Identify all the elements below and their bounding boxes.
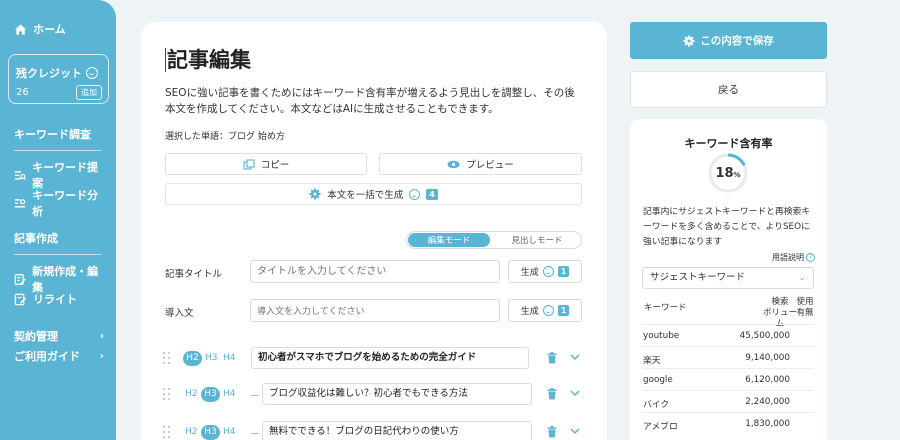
keyword-rate-panel: キーワード含有率 18% 記事内にサジェストキーワードと再検索キーワードを多く含… [630, 119, 827, 440]
level-h4[interactable]: H4 [223, 351, 236, 366]
credit-badge: 4 [426, 188, 438, 200]
col-keyword: キーワード [644, 303, 687, 313]
eye-icon [447, 160, 460, 168]
smile-icon [409, 188, 421, 200]
title-input[interactable] [250, 260, 500, 283]
copy-button[interactable]: コピー [165, 153, 367, 175]
trash-icon[interactable] [547, 352, 557, 364]
trash-icon[interactable] [547, 388, 557, 400]
heading-input[interactable]: 無料でできる！ブログの日記代わりの使い方 [262, 421, 532, 440]
drag-handle-icon[interactable] [163, 388, 171, 402]
sidebar-item-home[interactable]: ホーム [14, 21, 66, 37]
level-h4[interactable]: H4 [223, 425, 236, 440]
list-search-icon [14, 170, 26, 180]
sidebar: ホーム 残クレジット 26 追加 キーワード調査 キーワード提案 キーワード分析… [0, 0, 116, 440]
drag-handle-icon[interactable] [163, 352, 171, 366]
title-label: 記事タイトル [165, 269, 223, 280]
credit-title: 残クレジット [16, 67, 82, 80]
level-h2[interactable]: H2 [185, 387, 198, 402]
heading-row: H2 H3 H4 無料でできる！ブログの日記代わりの使い方 [163, 421, 583, 440]
sidebar-item-label: リライト [33, 293, 77, 306]
credit-box: 残クレジット 26 追加 [8, 54, 109, 104]
table-row: バイク 2,240,000 [642, 390, 814, 412]
analysis-icon [14, 198, 26, 207]
rewrite-icon [14, 293, 27, 305]
chevron-down-icon[interactable] [569, 351, 581, 363]
home-icon [14, 23, 27, 35]
copy-icon [243, 158, 255, 170]
panel-title: キーワード含有率 [684, 137, 773, 150]
preview-button[interactable]: プレビュー [379, 153, 582, 175]
edit-document-icon [14, 273, 26, 285]
generate-all-button[interactable]: 本文を一括で生成 4 [165, 183, 582, 205]
trash-icon[interactable] [547, 426, 557, 438]
indent-line [251, 395, 259, 396]
chevron-down-icon: ⌄ [798, 273, 806, 283]
selected-words: 選択した単語：ブログ 始め方 [165, 132, 285, 142]
table-row: アメブロ 1,830,000 [642, 412, 814, 434]
panel-description: 記事内にサジェストキーワードと再検索キーワードを多く含めることで、よりSEOに強… [643, 207, 811, 247]
keyword-type-select[interactable]: サジェストキーワード ⌄ [642, 267, 814, 289]
chevron-right-icon: › [99, 350, 104, 362]
credit-badge: 1 [557, 305, 570, 316]
table-row: youtube 45,500,000 [642, 324, 814, 346]
level-h3[interactable]: H3 [201, 387, 220, 402]
indent-line [251, 433, 259, 434]
smile-icon [542, 266, 554, 277]
col-used: 使用 有無 [796, 297, 814, 318]
gear-icon [309, 188, 321, 200]
sidebar-item-label: ご利用ガイド [14, 350, 80, 363]
intro-label: 導入文 [165, 308, 194, 319]
sidebar-item-label: 契約管理 [14, 330, 58, 343]
level-h3[interactable]: H3 [201, 425, 220, 440]
rate-value: 18% [715, 165, 741, 181]
drag-handle-icon[interactable] [163, 426, 171, 440]
section-article: 記事作成 [14, 230, 102, 255]
sidebar-item-label: キーワード分析 [32, 189, 99, 218]
edit-mode-tab[interactable]: 編集モード [408, 233, 490, 247]
gear-icon [683, 35, 695, 46]
generate-title-button[interactable]: 生成 1 [508, 260, 582, 283]
table-row: google 6,120,000 [642, 368, 814, 390]
chevron-down-icon[interactable] [569, 387, 581, 399]
back-button[interactable]: 戻る [630, 71, 827, 108]
sidebar-item-guide[interactable]: ご利用ガイド › [14, 348, 104, 364]
page-description: SEOに強い記事を書くためにはキーワード含有率が増えるよう見出しを調整し、その後… [165, 87, 575, 115]
sidebar-item-rewrite[interactable]: リライト [14, 291, 104, 307]
add-credit-button[interactable]: 追加 [76, 85, 102, 100]
level-h2[interactable]: H2 [185, 425, 198, 440]
sidebar-item-contract[interactable]: 契約管理 › [14, 328, 104, 344]
smile-icon [86, 67, 98, 79]
question-icon: ? [806, 253, 815, 262]
heading-mode-tab[interactable]: 見出しモード [495, 233, 579, 247]
intro-input[interactable] [250, 299, 500, 322]
table-row: 楽天 9,140,000 [642, 346, 814, 368]
help-link[interactable]: 用語説明? [772, 252, 815, 263]
heading-row: H2 H3 H4 ブログ収益化は難しい？初心者でもできる方法 [163, 383, 583, 407]
mode-toggle: 編集モード 見出しモード [406, 231, 582, 249]
credit-badge: 1 [557, 266, 570, 277]
chevron-down-icon[interactable] [569, 425, 581, 437]
level-h4[interactable]: H4 [223, 387, 236, 402]
credit-value: 26 [16, 87, 29, 98]
section-keyword-research: キーワード調査 [14, 126, 102, 151]
chevron-right-icon: › [99, 330, 104, 342]
level-h3[interactable]: H3 [205, 351, 218, 366]
heading-row: H2 H3 H4 初心者がスマホでブログを始めるための完全ガイド [163, 347, 583, 371]
level-h2[interactable]: H2 [183, 351, 202, 366]
heading-input[interactable]: 初心者がスマホでブログを始めるための完全ガイド [251, 347, 529, 369]
sidebar-item-label: ホーム [33, 23, 66, 36]
save-button[interactable]: この内容で保存 [630, 22, 827, 59]
page-title: 記事編集 [165, 48, 251, 72]
editor-panel: 記事編集 SEOに強い記事を書くためにはキーワード含有率が増えるよう見出しを調整… [141, 22, 607, 440]
heading-input[interactable]: ブログ収益化は難しい？初心者でもできる方法 [262, 383, 532, 405]
generate-intro-button[interactable]: 生成 1 [508, 299, 582, 322]
smile-icon [542, 305, 554, 316]
sidebar-item-keyword-analysis[interactable]: キーワード分析 [14, 187, 104, 219]
